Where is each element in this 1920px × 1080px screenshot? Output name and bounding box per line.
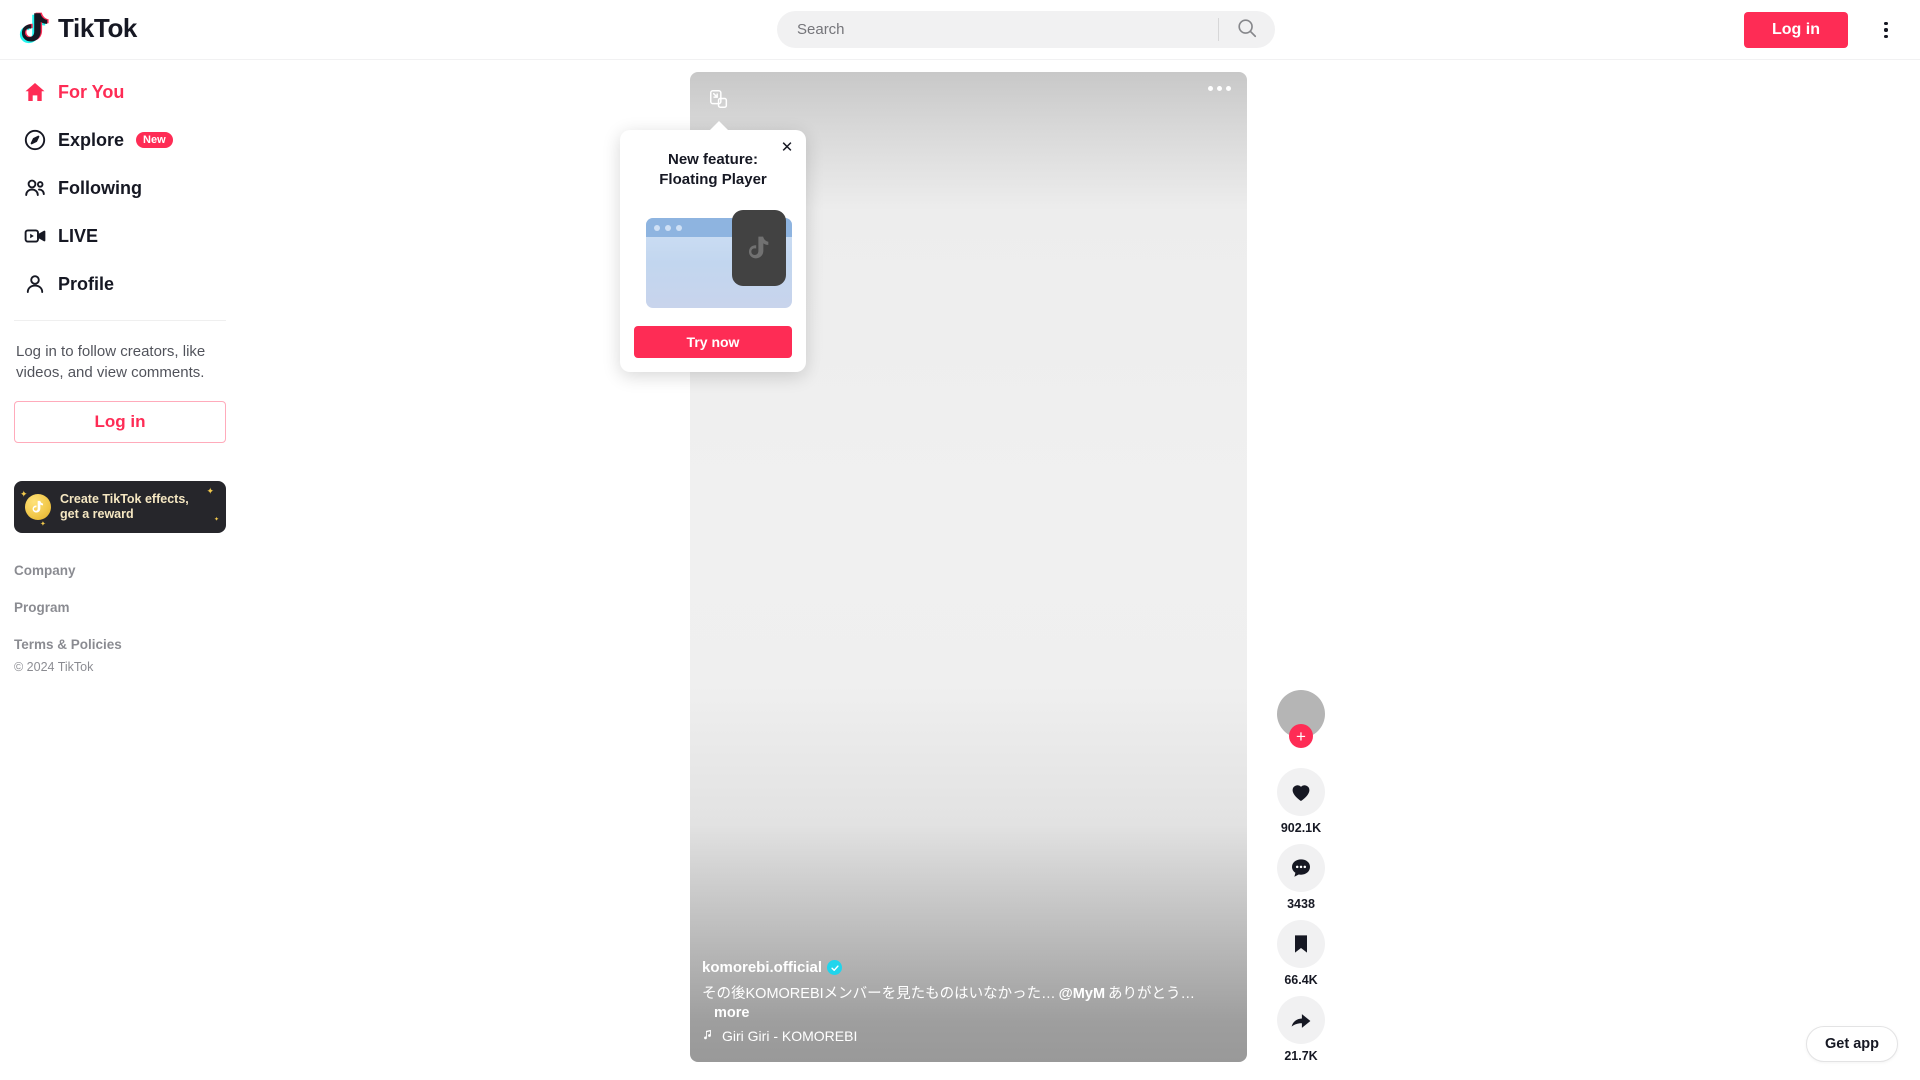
video-caption: その後KOMOREBIメンバーを見たものはいなかった… @MyM ありがとう… … <box>702 985 1232 1023</box>
sidebar-item-live[interactable]: LIVE <box>14 212 226 260</box>
author-avatar[interactable]: + <box>1277 690 1325 748</box>
floating-phone-graphic <box>732 210 786 286</box>
sidebar-label: Explore <box>58 129 125 150</box>
heart-icon[interactable] <box>1277 768 1325 816</box>
live-video-icon <box>22 223 48 249</box>
popup-title: New feature: Floating Player <box>634 150 792 190</box>
sidebar-login-button[interactable]: Log in <box>14 401 226 443</box>
follow-button[interactable]: + <box>1289 724 1313 748</box>
footer-link-company[interactable]: Company <box>14 563 226 578</box>
music-note-icon <box>702 1028 715 1044</box>
like-action[interactable]: 902.1K <box>1277 768 1325 835</box>
search-icon <box>1236 17 1258 42</box>
sidebar-label: For You <box>58 81 125 102</box>
popup-title-line-2: Floating Player <box>659 171 767 188</box>
try-now-button[interactable]: Try now <box>634 326 792 358</box>
video-music-row[interactable]: Giri Giri - KOMOREBI <box>702 1028 1232 1044</box>
popup-title-line-1: New feature: <box>667 151 759 168</box>
get-app-button[interactable]: Get app <box>1806 1026 1898 1062</box>
bookmark-action[interactable]: 66.4K <box>1277 920 1325 987</box>
tiktok-wordmark: TikTok <box>58 12 137 43</box>
sidebar-label: LIVE <box>58 225 99 246</box>
share-action[interactable]: 21.7K <box>1277 996 1325 1063</box>
kebab-dot <box>1884 34 1888 39</box>
sidebar-item-following[interactable]: Following <box>14 164 226 212</box>
compass-icon <box>22 127 48 153</box>
explore-new-badge: New <box>136 132 173 148</box>
dot <box>1217 86 1222 91</box>
promo-text: Create TikTok effects, get a reward <box>60 492 189 522</box>
search-bar[interactable] <box>777 11 1275 48</box>
floating-player-popup: ✕ New feature: Floating Player Try now <box>620 121 806 372</box>
sidebar-label: Following <box>58 177 142 198</box>
sparkle-icon: ✦ <box>40 521 46 528</box>
footer-link-program[interactable]: Program <box>14 600 226 615</box>
search-input[interactable] <box>777 21 1218 38</box>
like-count: 902.1K <box>1280 821 1322 835</box>
header-login-button[interactable]: Log in <box>1744 12 1848 48</box>
top-header: TikTok Log in <box>0 0 1920 60</box>
search-button[interactable] <box>1219 11 1275 48</box>
music-title: Giri Giri - KOMOREBI <box>722 1028 858 1044</box>
dot <box>1226 86 1231 91</box>
promo-line-1: Create TikTok effects, <box>60 492 189 506</box>
sidebar-label: Profile <box>58 273 115 294</box>
comment-action[interactable]: 3438 <box>1277 844 1325 911</box>
tiktok-logo[interactable]: TikTok <box>18 9 137 47</box>
home-icon <box>22 79 48 105</box>
create-effects-promo-banner[interactable]: ✦ ✦ ✦ ✦ Create TikTok effects, get a rew… <box>14 481 226 533</box>
sidebar-footer: Company Program Terms & Policies © 2024 … <box>14 563 226 674</box>
window-dot <box>665 224 671 231</box>
popup-illustration <box>634 210 792 308</box>
video-more-options-icon[interactable] <box>1208 86 1231 91</box>
promo-line-2: get a reward <box>60 507 134 521</box>
video-author-row[interactable]: komorebi.official <box>702 959 1232 976</box>
login-prompt-text: Log in to follow creators, like videos, … <box>16 343 206 381</box>
sidebar-item-profile[interactable]: Profile <box>14 260 226 308</box>
people-icon <box>22 175 48 201</box>
window-dot <box>654 224 660 231</box>
share-count: 21.7K <box>1284 1049 1318 1063</box>
verified-badge-icon <box>827 960 843 975</box>
sidebar-item-explore[interactable]: Explore New <box>14 116 226 164</box>
video-info-overlay: komorebi.official その後KOMOREBIメンバーを見たものはい… <box>702 959 1232 1044</box>
sparkle-icon: ✦ <box>20 489 28 499</box>
caption-text: その後KOMOREBIメンバーを見たものはいなかった… <box>702 986 1056 1002</box>
person-icon <box>22 271 48 297</box>
left-sidebar: For You Explore New Following LIVE Profi… <box>0 60 240 1080</box>
floating-player-icon[interactable] <box>704 84 734 114</box>
comment-count: 3438 <box>1287 897 1315 911</box>
comment-icon[interactable] <box>1277 844 1325 892</box>
caption-tail: ありがとう… <box>1108 986 1196 1002</box>
window-dot <box>676 224 682 231</box>
kebab-dot <box>1884 28 1888 32</box>
sparkle-icon: ✦ <box>206 486 214 496</box>
tiktok-note-icon <box>18 9 52 47</box>
close-icon[interactable]: ✕ <box>778 138 796 156</box>
bookmark-count: 66.4K <box>1284 973 1318 987</box>
header-more-menu-icon[interactable] <box>1874 18 1898 42</box>
caption-mention[interactable]: @MyM <box>1059 985 1105 1004</box>
author-username[interactable]: komorebi.official <box>702 959 822 976</box>
dot <box>1208 86 1213 91</box>
sidebar-item-for-you[interactable]: For You <box>14 68 226 116</box>
video-action-rail: + 902.1K 3438 66.4K 21.7K <box>1263 690 1339 1072</box>
sidebar-divider <box>14 320 226 321</box>
bookmark-icon[interactable] <box>1277 920 1325 968</box>
copyright-text: © 2024 TikTok <box>14 660 94 674</box>
sparkle-icon: ✦ <box>213 517 219 523</box>
share-arrow-icon[interactable] <box>1277 996 1325 1044</box>
kebab-dot <box>1884 21 1888 26</box>
footer-link-terms[interactable]: Terms & Policies <box>14 637 226 652</box>
caption-more-link[interactable]: more <box>714 1004 749 1023</box>
gold-coin-tiktok-icon <box>25 494 51 520</box>
